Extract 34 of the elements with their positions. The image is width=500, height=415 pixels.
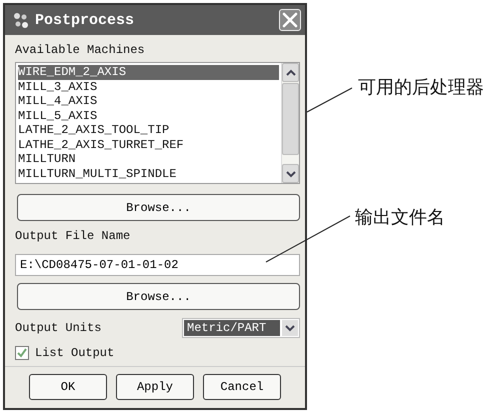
caret-down-icon (284, 168, 296, 178)
field-label: Output File Name (15, 229, 132, 243)
units-dropdown[interactable]: Metric/PART (182, 318, 300, 338)
field-label: Output Units (15, 321, 102, 335)
list-item[interactable]: MILL_3_AXIS (18, 80, 279, 94)
leader-line (306, 88, 352, 112)
list-item[interactable]: LATHE_2_AXIS_TOOL_TIP (18, 123, 279, 138)
close-icon (281, 11, 299, 29)
close-button[interactable] (279, 9, 301, 31)
scroll-down-button[interactable] (282, 164, 299, 183)
dialog-button[interactable]: Apply (116, 374, 194, 400)
list-item[interactable]: WIRE_EDM_2_AXIS (18, 65, 279, 80)
list-item[interactable]: MILL_4_AXIS (18, 94, 279, 108)
caret-up-icon (284, 68, 296, 78)
dialog-button[interactable]: Cancel (203, 374, 281, 400)
list-item[interactable]: MILLTURN (18, 152, 279, 166)
checkbox[interactable] (15, 346, 29, 360)
list-item[interactable]: MILL_5_AXIS (18, 108, 279, 123)
section-label: Available Machines (15, 43, 146, 57)
caret-down-icon (284, 323, 296, 333)
checkbox-label: List Output (35, 346, 114, 360)
annotation-label: 可用的后处理器 (358, 76, 484, 99)
output-file-field[interactable]: E:\CD08475-07-01-01-02 (15, 254, 300, 276)
browse-button[interactable]: Browse... (17, 283, 300, 310)
scroll-up-button[interactable] (282, 63, 299, 82)
check-icon (16, 347, 28, 359)
list-item[interactable]: MILLTURN_MULTI_SPINDLE (18, 166, 279, 181)
window-title: Postprocess (35, 12, 136, 28)
dots-icon (13, 12, 29, 28)
scrollbar-thumb[interactable] (282, 83, 299, 155)
dialog-button[interactable]: OK (29, 374, 107, 400)
list-item[interactable]: LATHE_2_AXIS_TURRET_REF (18, 138, 279, 152)
browse-button[interactable]: Browse... (17, 194, 300, 221)
annotation-label: 输出文件名 (355, 206, 445, 229)
